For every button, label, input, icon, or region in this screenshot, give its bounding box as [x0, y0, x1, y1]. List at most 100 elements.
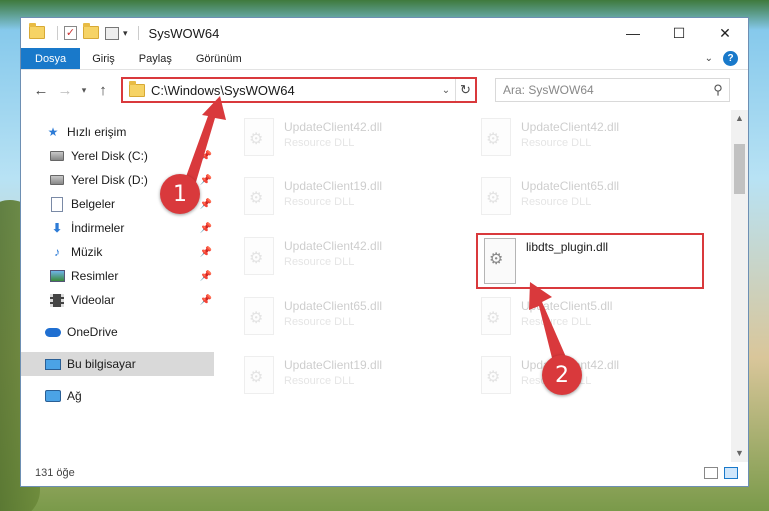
file-name: UpdateClient19.dll	[284, 179, 383, 193]
details-view-icon[interactable]	[704, 467, 718, 479]
dll-file-icon	[481, 177, 511, 215]
file-item[interactable]: UpdateClient42.dll Resource DLL	[481, 118, 681, 170]
pin-icon[interactable]: 📌	[200, 151, 212, 162]
file-item[interactable]: UpdateClient5.dll Resource DLL	[481, 297, 681, 349]
drive-icon	[49, 148, 65, 164]
videos-icon	[49, 292, 65, 308]
tab-home[interactable]: Giriş	[80, 48, 127, 69]
file-name: UpdateClient5.dll	[521, 299, 613, 313]
properties-check-icon[interactable]: ✓	[64, 26, 77, 40]
sidebar-item-onedrive[interactable]: OneDrive	[21, 320, 214, 344]
dll-file-icon	[244, 177, 274, 215]
sidebar-item-downloads[interactable]: ⬇ İndirmeler 📌	[21, 216, 214, 240]
sidebar-item-pictures[interactable]: Resimler 📌	[21, 264, 214, 288]
tab-view[interactable]: Görünüm	[184, 48, 254, 69]
file-item[interactable]: UpdateClient19.dll Resource DLL	[244, 177, 444, 229]
file-list: UpdateClient42.dll Resource DLL UpdateCl…	[214, 110, 748, 462]
vertical-scrollbar[interactable]: ▲ ▼	[731, 110, 748, 462]
close-button[interactable]: ✕	[702, 18, 748, 48]
sidebar-item-label: Ağ	[67, 389, 82, 403]
chevron-down-icon[interactable]: ▾	[123, 28, 128, 39]
dll-file-icon	[244, 237, 274, 275]
file-name: UpdateClient19.dll	[284, 358, 383, 372]
address-bar[interactable]: C:\Windows\SysWOW64 ⌄ ↻	[121, 77, 477, 103]
divider	[57, 26, 58, 40]
quick-access-toolbar-icon[interactable]	[105, 26, 119, 40]
address-row: ← → ▾ ↑ C:\Windows\SysWOW64 ⌄ ↻ Ara: Sys…	[21, 70, 748, 110]
sidebar-item-label: Resimler	[71, 269, 119, 283]
file-item[interactable]: UpdateClient65.dll Resource DLL	[244, 297, 444, 349]
large-icons-view-icon[interactable]	[724, 467, 738, 479]
dll-file-icon	[244, 118, 274, 156]
file-name: UpdateClient65.dll	[284, 299, 383, 313]
new-folder-icon[interactable]	[83, 23, 99, 40]
window-controls: — ☐ ✕	[610, 18, 748, 48]
sidebar-item-this-pc[interactable]: Bu bilgisayar	[21, 352, 214, 376]
tab-file[interactable]: Dosya	[21, 48, 81, 69]
sidebar-item-label: Videolar	[71, 293, 115, 307]
search-placeholder: Ara: SysWOW64	[503, 83, 594, 97]
sidebar-item-music[interactable]: ♪ Müzik 📌	[21, 240, 214, 264]
dll-file-icon	[484, 238, 516, 284]
up-arrow-icon[interactable]: ↑	[91, 82, 115, 99]
dll-file-icon	[481, 297, 511, 335]
pin-icon[interactable]: 📌	[200, 175, 212, 186]
sidebar-item-label: Hızlı erişim	[67, 125, 127, 139]
file-item[interactable]: UpdateClient42.dll Resource DLL	[481, 356, 681, 408]
help-icon[interactable]: ?	[723, 51, 738, 66]
sidebar-item-label: Müzik	[71, 245, 103, 259]
divider	[137, 26, 139, 40]
main-content: ★ Hızlı erişim Yerel Disk (C:) 📌 Yerel D…	[21, 110, 748, 462]
file-item[interactable]: UpdateClient65.dll Resource DLL	[481, 177, 681, 229]
status-bar: 131 öğe	[21, 460, 748, 486]
sidebar-item-network[interactable]: Ağ	[21, 384, 214, 408]
tab-share[interactable]: Paylaş	[127, 48, 184, 69]
back-arrow-icon[interactable]: ←	[29, 82, 53, 99]
sidebar-item-label: İndirmeler	[71, 221, 125, 235]
file-type: Resource DLL	[521, 316, 592, 328]
sidebar-item-label: OneDrive	[67, 325, 118, 339]
sidebar-item-label: Yerel Disk (C:)	[71, 149, 148, 163]
chevron-down-icon[interactable]: ⌄	[437, 85, 455, 96]
sidebar-item-quick-access[interactable]: ★ Hızlı erişim	[21, 120, 214, 144]
file-item[interactable]: UpdateClient42.dll Resource DLL	[244, 237, 444, 289]
file-explorer-window: ✓ ▾ SysWOW64 — ☐ ✕ Dosya Giriş Paylaş Gö…	[20, 17, 749, 487]
file-item-libdts-plugin[interactable]: libdts_plugin.dll	[476, 233, 704, 289]
ribbon-tabs: Dosya Giriş Paylaş Görünüm ⌄ ?	[21, 48, 748, 70]
pictures-icon	[49, 268, 65, 284]
forward-arrow-icon[interactable]: →	[53, 82, 77, 99]
step-2-badge: 2	[542, 355, 582, 395]
recent-locations-icon[interactable]: ▾	[77, 85, 91, 96]
file-name: UpdateClient42.dll	[284, 120, 383, 134]
sidebar-item-label: Bu bilgisayar	[67, 357, 136, 371]
folder-icon[interactable]	[29, 23, 45, 40]
this-pc-icon	[45, 356, 61, 372]
downloads-icon: ⬇	[51, 221, 63, 235]
sidebar-item-videos[interactable]: Videolar 📌	[21, 288, 214, 312]
pin-icon[interactable]: 📌	[200, 247, 212, 258]
file-item[interactable]: UpdateClient19.dll Resource DLL	[244, 356, 444, 408]
pin-icon[interactable]: 📌	[200, 223, 212, 234]
onedrive-icon	[45, 324, 61, 340]
music-icon: ♪	[54, 245, 60, 259]
sidebar-item-local-disk-c[interactable]: Yerel Disk (C:) 📌	[21, 144, 214, 168]
file-type: Resource DLL	[284, 196, 355, 208]
refresh-icon[interactable]: ↻	[455, 79, 475, 101]
folder-icon	[129, 80, 145, 97]
pin-icon[interactable]: 📌	[200, 199, 212, 210]
search-icon[interactable]: ⚲	[707, 82, 729, 98]
search-input[interactable]: Ara: SysWOW64 ⚲	[495, 78, 730, 102]
maximize-button[interactable]: ☐	[656, 18, 702, 48]
drive-icon	[49, 172, 65, 188]
navigation-pane: ★ Hızlı erişim Yerel Disk (C:) 📌 Yerel D…	[21, 110, 214, 462]
dll-file-icon	[481, 118, 511, 156]
file-item[interactable]: UpdateClient42.dll Resource DLL	[244, 118, 444, 170]
address-path[interactable]: C:\Windows\SysWOW64	[151, 83, 437, 98]
expand-ribbon-icon[interactable]: ⌄	[705, 53, 713, 64]
scroll-up-icon[interactable]: ▲	[731, 110, 748, 127]
scrollbar-thumb[interactable]	[734, 144, 745, 194]
pin-icon[interactable]: 📌	[200, 271, 212, 282]
step-1-badge: 1	[160, 174, 200, 214]
minimize-button[interactable]: —	[610, 18, 656, 48]
pin-icon[interactable]: 📌	[200, 295, 212, 306]
